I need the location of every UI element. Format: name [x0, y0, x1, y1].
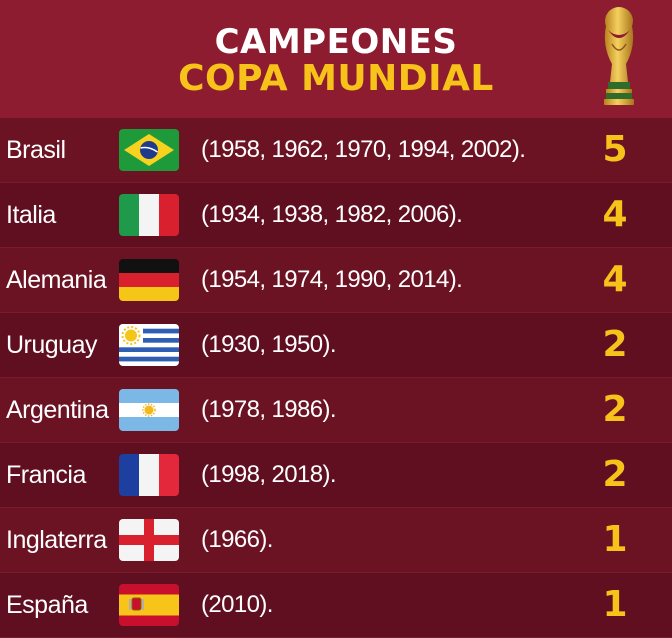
spain-flag-icon — [119, 584, 179, 626]
country-name: Argentina — [6, 396, 109, 424]
champion-row-espana: España (2010). 1 — [0, 573, 672, 638]
winning-years: (1998, 2018). — [201, 461, 337, 488]
champion-row-francia: Francia (1998, 2018). 2 — [0, 443, 672, 508]
titles-count: 1 — [602, 519, 628, 560]
country-name: Francia — [6, 461, 86, 489]
winning-years: (2010). — [201, 591, 273, 618]
world-cup-trophy-icon — [596, 4, 642, 110]
country-name: Uruguay — [6, 331, 98, 359]
france-flag-icon — [119, 454, 179, 496]
champions-table: Brasil (1958, 1962, 1970, 1994, 2002). 5… — [0, 118, 672, 638]
header: CAMPEONES COPA MUNDIAL — [0, 0, 672, 120]
winning-years: (1978, 1986). — [201, 396, 337, 423]
champion-row-argentina: Argentina (1978, 1986). 2 — [0, 378, 672, 443]
titles-count: 2 — [602, 389, 628, 430]
winning-years: (1934, 1938, 1982, 2006). — [201, 201, 463, 228]
titles-count: 4 — [602, 259, 628, 300]
winning-years: (1966). — [201, 526, 273, 553]
country-name: España — [6, 591, 88, 619]
country-name: Italia — [6, 201, 56, 229]
champion-row-brasil: Brasil (1958, 1962, 1970, 1994, 2002). 5 — [0, 118, 672, 183]
champion-row-inglaterra: Inglaterra (1966). 1 — [0, 508, 672, 573]
brazil-flag-icon — [119, 129, 179, 171]
winning-years: (1930, 1950). — [201, 331, 337, 358]
champion-row-alemania: Alemania (1954, 1974, 1990, 2014). 4 — [0, 248, 672, 313]
country-name: Brasil — [6, 136, 66, 164]
winning-years: (1958, 1962, 1970, 1994, 2002). — [201, 136, 526, 163]
titles-count: 2 — [602, 324, 628, 365]
uruguay-flag-icon — [119, 324, 179, 366]
titles-count: 4 — [602, 194, 628, 235]
country-name: Alemania — [6, 266, 107, 294]
winning-years: (1954, 1974, 1990, 2014). — [201, 266, 463, 293]
title-line-1: CAMPEONES — [214, 22, 458, 62]
champion-row-uruguay: Uruguay (1930, 1950). 2 — [0, 313, 672, 378]
titles-count: 1 — [602, 584, 628, 625]
titles-count: 2 — [602, 454, 628, 495]
italy-flag-icon — [119, 194, 179, 236]
germany-flag-icon — [119, 259, 179, 301]
england-flag-icon — [119, 519, 179, 561]
champion-row-italia: Italia (1934, 1938, 1982, 2006). 4 — [0, 183, 672, 248]
country-name: Inglaterra — [6, 526, 107, 554]
argentina-flag-icon — [119, 389, 179, 431]
titles-count: 5 — [602, 129, 628, 170]
title-line-2: COPA MUNDIAL — [178, 58, 494, 99]
